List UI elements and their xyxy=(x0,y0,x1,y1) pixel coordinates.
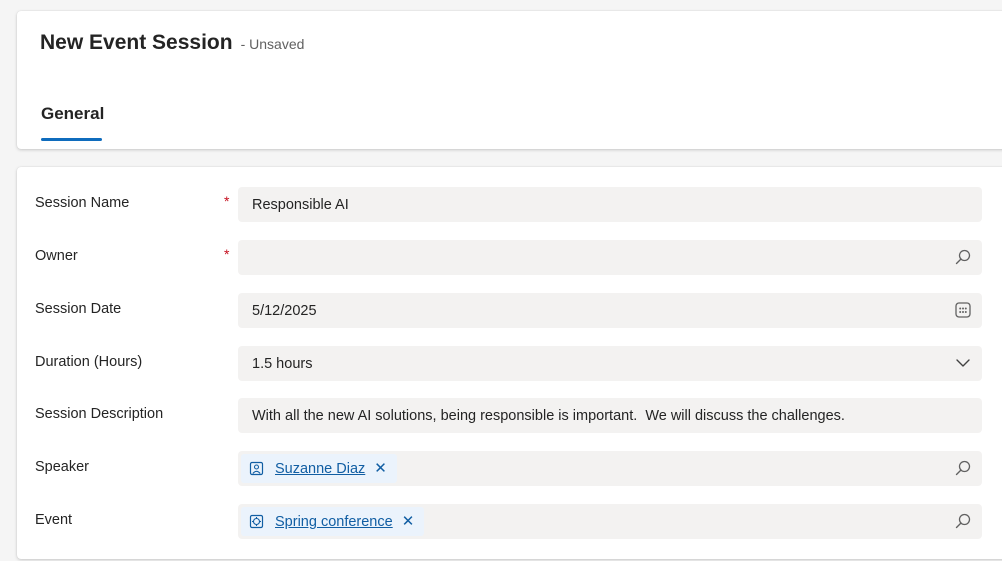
owner-lookup-input[interactable] xyxy=(238,240,982,275)
speaker-link[interactable]: Suzanne Diaz xyxy=(275,461,365,477)
speaker-label: Speaker xyxy=(35,459,90,475)
page-title: New Event Session xyxy=(40,31,233,54)
duration-select[interactable]: 1.5 hours xyxy=(238,346,982,381)
calendar-icon[interactable] xyxy=(954,301,972,319)
session-date-value: 5/12/2025 xyxy=(252,303,317,319)
event-link[interactable]: Spring conference xyxy=(275,514,393,530)
title-row: New Event Session - Unsaved xyxy=(40,31,304,55)
owner-label: Owner xyxy=(35,248,78,264)
duration-row: Duration (Hours) 1.5 hours xyxy=(17,346,1002,381)
required-marker: * xyxy=(224,193,230,209)
speaker-tag: Suzanne Diaz ✕ xyxy=(241,454,397,483)
save-status: - Unsaved xyxy=(240,36,305,52)
required-marker: * xyxy=(224,246,230,262)
form-header: New Event Session - Unsaved General xyxy=(17,11,1002,149)
search-icon[interactable] xyxy=(954,248,972,266)
chevron-down-icon[interactable] xyxy=(954,354,972,372)
session-name-value: Responsible AI xyxy=(252,197,349,213)
session-date-input[interactable]: 5/12/2025 xyxy=(238,293,982,328)
session-description-value: With all the new AI solutions, being res… xyxy=(252,408,845,424)
session-description-row: Session Description With all the new AI … xyxy=(17,398,1002,433)
session-date-row: Session Date 5/12/2025 xyxy=(17,293,1002,328)
remove-event-button[interactable]: ✕ xyxy=(402,514,415,529)
event-icon xyxy=(249,514,264,529)
session-name-row: Session Name * Responsible AI xyxy=(17,187,1002,222)
tab-general[interactable]: General xyxy=(41,104,104,124)
session-date-label: Session Date xyxy=(35,301,122,317)
remove-speaker-button[interactable]: ✕ xyxy=(374,461,387,476)
owner-row: Owner * xyxy=(17,240,1002,275)
session-name-input[interactable]: Responsible AI xyxy=(238,187,982,222)
event-label: Event xyxy=(35,512,73,528)
session-name-label: Session Name xyxy=(35,195,130,211)
event-row: Event Spring conference ✕ xyxy=(17,504,1002,539)
search-icon[interactable] xyxy=(954,459,972,477)
speaker-row: Speaker Suzanne Diaz ✕ xyxy=(17,451,1002,486)
event-lookup-input[interactable]: Spring conference ✕ xyxy=(238,504,982,539)
contact-icon xyxy=(249,461,264,476)
session-description-label: Session Description xyxy=(35,406,164,422)
search-icon[interactable] xyxy=(954,512,972,530)
tab-selected-indicator xyxy=(41,138,102,141)
session-description-input[interactable]: With all the new AI solutions, being res… xyxy=(238,398,982,433)
form-section: Session Name * Responsible AI Owner * Se… xyxy=(17,167,1002,559)
duration-value: 1.5 hours xyxy=(252,356,313,372)
speaker-lookup-input[interactable]: Suzanne Diaz ✕ xyxy=(238,451,982,486)
duration-label: Duration (Hours) xyxy=(35,354,143,370)
event-tag: Spring conference ✕ xyxy=(241,507,425,536)
